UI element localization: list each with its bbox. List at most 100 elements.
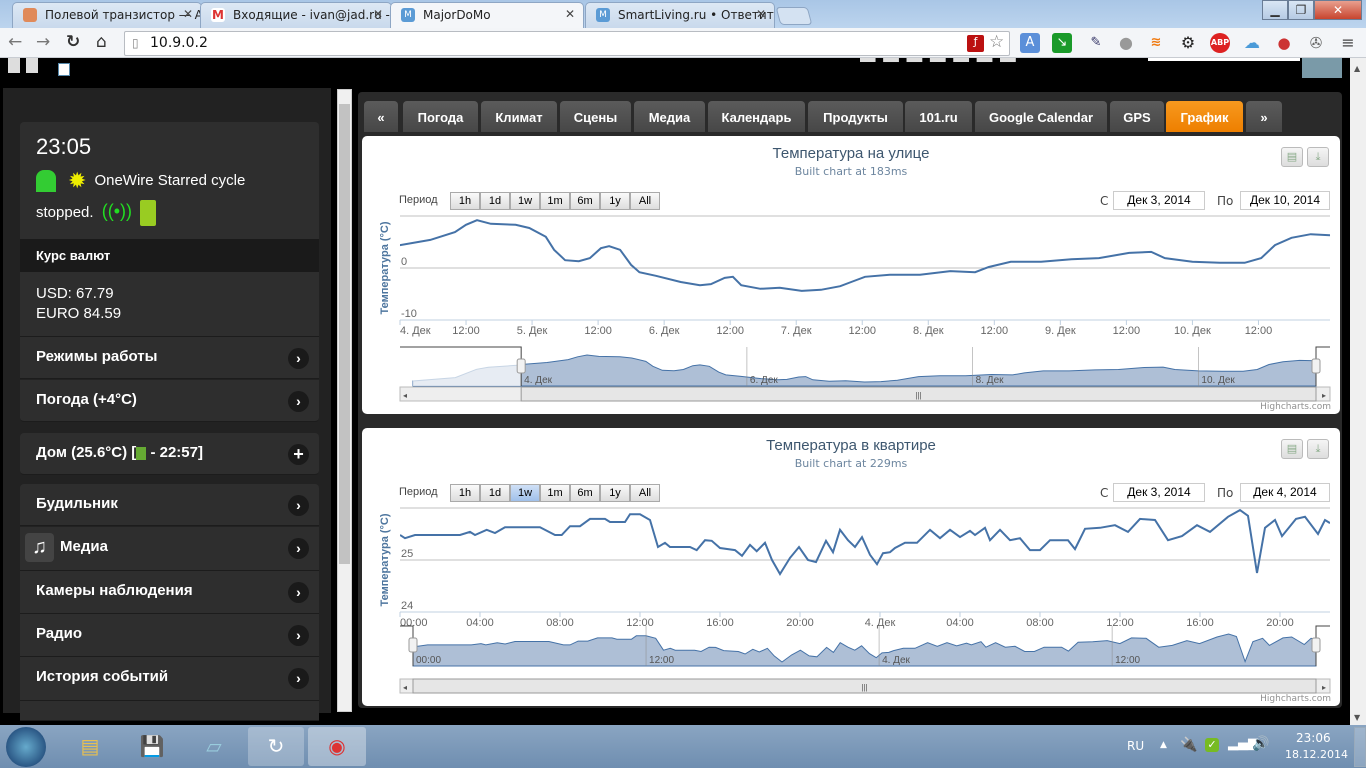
back-icon[interactable]: ← (8, 32, 22, 52)
tab-media[interactable]: Медиа (634, 101, 705, 132)
taskbar: ▤ 💾 ▱ ↻ ◉ RU ▲ 🔌 ✓ ▂▄▆ 🔊 23:06 18.12.201… (0, 725, 1366, 768)
start-button[interactable] (6, 727, 46, 767)
volume-icon[interactable]: 🔊 (1252, 736, 1269, 752)
rss-icon[interactable]: ≋ (1146, 33, 1166, 53)
user-photo[interactable] (1302, 58, 1342, 78)
menu-icon[interactable]: ≡ (1338, 33, 1358, 53)
lock-icon[interactable] (36, 170, 56, 193)
wireless-icon[interactable]: ((•)) (102, 201, 132, 221)
show-desktop-button[interactable] (1354, 727, 1366, 767)
menu-item-more[interactable] (20, 701, 319, 721)
explorer-icon[interactable]: ▤ (62, 727, 118, 766)
tab-products[interactable]: Продукты (808, 101, 903, 132)
scroll-down-icon[interactable]: ▼ (1354, 713, 1360, 722)
tray-expand-icon[interactable]: ▲ (1160, 740, 1167, 750)
translate-icon[interactable]: A (1020, 33, 1040, 53)
browser-tab-active[interactable]: M MajorDoMo ✕ (390, 2, 584, 28)
navigator-handle[interactable] (516, 358, 526, 374)
tab-google-calendar[interactable]: Google Calendar (975, 101, 1107, 132)
browser-tab-title: SmartLiving.ru • Ответить (618, 8, 775, 22)
browser-tab-title: Полевой транзистор — А (45, 8, 202, 22)
cookie-icon[interactable]: ● (1274, 33, 1294, 53)
power-plug-icon[interactable]: 🔌 (1180, 737, 1197, 753)
star-icon[interactable]: ☆ (989, 32, 1004, 52)
y-axis-title: Температура (°C) (379, 221, 391, 314)
browser-tab[interactable]: M SmartLiving.ru • Ответить ✕ (585, 2, 775, 28)
forward-icon[interactable]: → (36, 32, 50, 52)
tab-climate[interactable]: Климат (481, 101, 557, 132)
tab-calendar[interactable]: Календарь (708, 101, 805, 132)
tab-chart[interactable]: График (1166, 101, 1243, 132)
new-tab-button[interactable] (775, 7, 813, 25)
majordomo-favicon: M (596, 8, 610, 22)
exit-icon[interactable] (58, 63, 70, 76)
y-tick-label: 25 (401, 548, 413, 560)
close-tab-icon[interactable]: ✕ (373, 7, 383, 21)
close-tab-icon[interactable]: ✕ (565, 7, 575, 21)
page-scrollbar[interactable]: ▲ ▼ (1350, 58, 1366, 725)
menu-item-history[interactable]: История событий › (20, 657, 319, 701)
close-tab-icon[interactable]: ✕ (756, 7, 766, 21)
menu-item-weather[interactable]: Погода (+4°C) › (20, 380, 319, 422)
browser-tab[interactable]: M Входящие - ivan@jad.ru - ✕ (200, 2, 392, 28)
url-text[interactable]: 10.9.0.2 (150, 35, 208, 51)
menu-item-radio[interactable]: Радио › (20, 614, 319, 657)
close-tab-icon[interactable]: ✕ (183, 7, 193, 21)
plus-icon[interactable]: + (288, 444, 309, 465)
sidebar-scroll-thumb[interactable] (339, 104, 350, 564)
clock-date[interactable]: 18.12.2014 (1285, 748, 1348, 761)
tab-101ru[interactable]: 101.ru (905, 101, 972, 132)
maximize-button[interactable]: ❐ (1288, 0, 1314, 20)
navigator-label: 8. Дек (976, 375, 1004, 386)
notepad-icon[interactable]: ▱ (186, 727, 242, 766)
scrollbar-grip-icon: ||| (915, 391, 921, 400)
sidebar-scrollbar[interactable] (337, 89, 352, 712)
eyedropper-icon[interactable]: ✎ (1086, 33, 1106, 53)
adblock-icon[interactable]: ABP (1210, 33, 1230, 53)
x-tick-label: 04:00 (466, 617, 494, 629)
security-check-icon[interactable]: ✓ (1205, 738, 1219, 752)
menu-item-home[interactable]: Дом (25.6°C) [ - 22:57] + (20, 433, 319, 475)
chrome-icon[interactable]: ◉ (308, 727, 366, 766)
globe-icon[interactable]: ● (1116, 33, 1136, 53)
y-tick-label: -10 (401, 308, 417, 320)
menu-item-cameras[interactable]: Камеры наблюдения › (20, 571, 319, 614)
menu-item-alarm[interactable]: Будильник › (20, 484, 319, 526)
menu-item-media[interactable]: ♫ Медиа › (20, 527, 319, 571)
home-icon[interactable]: ⌂ (96, 32, 107, 52)
gear-icon[interactable]: ⚙ (1178, 33, 1198, 53)
menu-item-modes[interactable]: Режимы работы › (20, 337, 319, 379)
tab-gps[interactable]: GPS (1110, 101, 1164, 132)
navigator-series (412, 633, 1317, 667)
clock-time[interactable]: 23:06 (1296, 731, 1331, 745)
scroll-up-icon[interactable]: ▲ (1354, 64, 1360, 73)
navigator-handle[interactable] (1311, 358, 1321, 374)
close-window-button[interactable]: ✕ (1314, 0, 1362, 20)
tab-scenes[interactable]: Сцены (560, 101, 631, 132)
film-icon[interactable]: ✇ (1306, 33, 1326, 53)
reload-icon[interactable]: ↻ (66, 32, 80, 52)
x-tick-label: 12:00 (1245, 325, 1273, 337)
flash-icon[interactable]: ƒ (967, 35, 984, 52)
address-bar[interactable]: ▯ 10.9.0.2 ƒ ☆ (124, 31, 1010, 56)
navigator-handle[interactable] (408, 637, 418, 653)
tab-next[interactable]: » (1246, 101, 1282, 132)
navigator-label: 4. Дек (882, 655, 910, 666)
minimize-button[interactable]: ▁ (1262, 0, 1288, 20)
language-indicator[interactable]: RU (1127, 739, 1144, 753)
floppy-icon[interactable]: 💾 (124, 727, 180, 766)
browser-tab[interactable]: Полевой транзистор — А ✕ (12, 2, 202, 28)
battery-plug-icon[interactable] (140, 200, 157, 227)
tab-prev[interactable]: « (364, 101, 398, 132)
sun-icon[interactable]: ✹ (68, 168, 86, 193)
tab-weather[interactable]: Погода (403, 101, 478, 132)
chevron-right-icon: › (288, 582, 309, 603)
scroll-right-icon: ▸ (1322, 683, 1326, 692)
navigator-handle[interactable] (1311, 637, 1321, 653)
x-tick-label: 10. Дек (1174, 325, 1211, 337)
x-tick-label: 00:00 (400, 617, 428, 629)
refresh-app-icon[interactable]: ↻ (248, 727, 304, 766)
menu-item-label: Будильник (36, 495, 118, 512)
green-arrow-icon[interactable]: ↘ (1052, 33, 1072, 53)
cloud-icon[interactable]: ☁ (1242, 33, 1262, 53)
